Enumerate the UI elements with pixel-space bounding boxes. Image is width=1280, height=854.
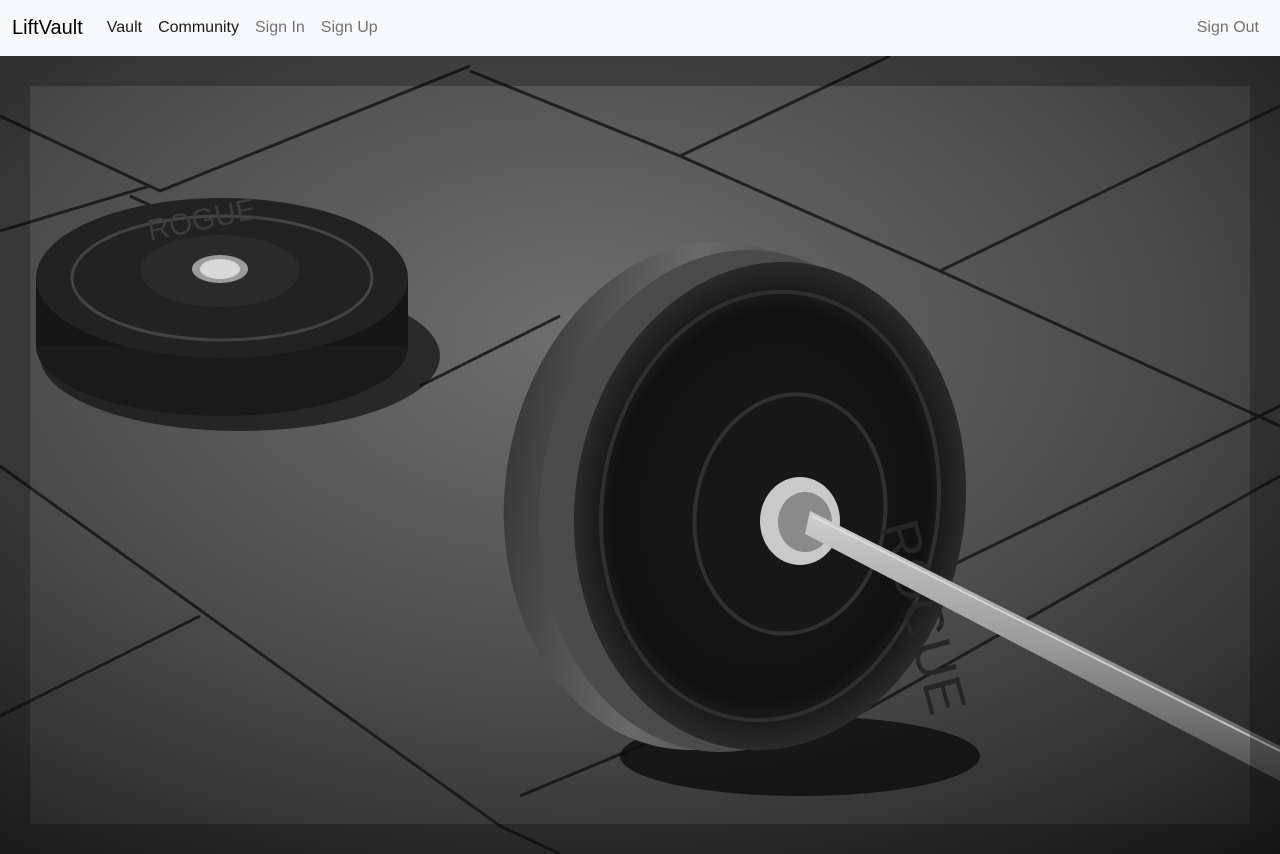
nav-link-vault[interactable]: Vault [107,19,142,37]
hero-image: ROGUE ROGUE [0,56,1280,854]
barbell-photo: ROGUE ROGUE [0,56,1280,854]
nav-link-community[interactable]: Community [158,19,239,37]
brand-logo-link[interactable]: LiftVault [12,17,83,40]
nav-right: Sign Out [1197,19,1259,37]
nav-link-sign-up[interactable]: Sign Up [321,19,378,37]
top-navbar: LiftVault Vault Community Sign In Sign U… [0,0,1280,56]
back-bumper-plate: ROGUE [36,193,408,416]
nav-link-sign-in[interactable]: Sign In [255,19,305,37]
nav-link-sign-out[interactable]: Sign Out [1197,19,1259,36]
nav-links: Vault Community Sign In Sign Up [107,19,378,37]
